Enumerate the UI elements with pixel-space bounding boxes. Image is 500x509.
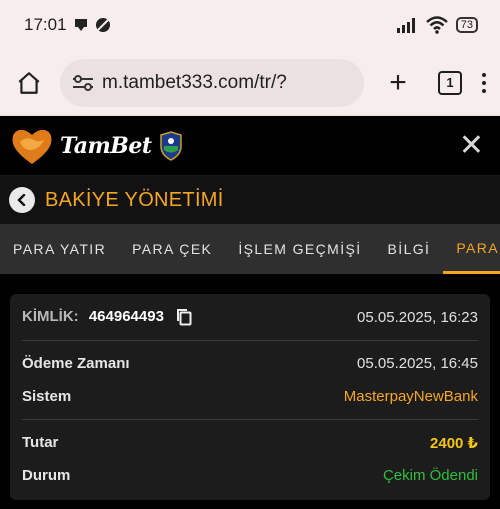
created-date: 05.05.2025, 16:23	[357, 308, 478, 326]
close-icon[interactable]: ✕	[459, 130, 484, 161]
system-value: MasterpayNewBank	[343, 388, 478, 405]
site-header: TamBet ✕	[0, 116, 500, 176]
tab-switcher-button[interactable]: 1	[438, 70, 462, 95]
site-settings-icon[interactable]	[72, 74, 94, 92]
tab-withdraw[interactable]: PARA ÇEK	[119, 224, 225, 274]
status-value: Çekim Ödendi	[382, 467, 478, 484]
page-title: BAKİYE YÖNETİMİ	[45, 188, 224, 211]
amount-label: Tutar	[22, 434, 59, 451]
status-label: Durum	[22, 467, 71, 484]
amount-value: 2400 ₺	[430, 434, 478, 452]
page-titlebar: BAKİYE YÖNETİMİ	[0, 176, 500, 224]
status-bar: 17:01 73	[0, 0, 500, 50]
tab-info[interactable]: BİLGİ	[375, 224, 444, 274]
address-bar[interactable]: m.tambet333.com/tr/?	[60, 58, 364, 107]
browser-toolbar: m.tambet333.com/tr/? + 1	[0, 50, 500, 116]
status-row: Durum Çekim Ödendi	[22, 459, 478, 492]
shield-badge-icon	[159, 130, 182, 161]
content-area: KİMLİK: 464964493 05.05.2025, 16:23 Ödem…	[0, 274, 500, 509]
system-label: Sistem	[22, 388, 72, 405]
site-logo[interactable]: TamBet	[10, 126, 184, 166]
notification-icon	[74, 19, 87, 31]
summary-section: Tutar 2400 ₺ Durum Çekim Ödendi	[22, 420, 478, 498]
url-text: m.tambet333.com/tr/?	[102, 71, 287, 93]
signal-icon	[396, 18, 415, 33]
wifi-icon	[425, 16, 448, 34]
tab-deposit[interactable]: PARA YATIR	[0, 224, 119, 274]
clock: 17:01	[24, 15, 67, 34]
payment-time-row: Ödeme Zamanı 05.05.2025, 16:45	[22, 347, 478, 380]
tab-bar: PARA YATIR PARA ÇEK İŞLEM GEÇMİŞİ BİLGİ …	[0, 224, 500, 274]
id-value: 464964493	[88, 307, 164, 325]
battery-icon: 73	[455, 17, 478, 33]
payment-time-value: 05.05.2025, 16:45	[357, 355, 478, 372]
tab-withdrawals[interactable]: PARA ÇEKME	[443, 224, 500, 274]
id-label: KİMLİK:	[22, 307, 79, 325]
do-not-disturb-icon	[95, 18, 110, 32]
payment-time-label: Ödeme Zamanı	[22, 355, 130, 372]
transaction-id-row: KİMLİK: 464964493 05.05.2025, 16:23	[22, 294, 478, 341]
tab-transaction-history[interactable]: İŞLEM GEÇMİŞİ	[225, 224, 374, 274]
back-button[interactable]	[9, 187, 35, 213]
browser-menu-icon[interactable]	[482, 72, 486, 93]
system-row: Sistem MasterpayNewBank	[22, 380, 478, 413]
amount-row: Tutar 2400 ₺	[22, 426, 478, 459]
chevron-left-icon	[17, 194, 26, 206]
copy-icon[interactable]	[176, 308, 192, 326]
new-tab-button[interactable]: +	[384, 67, 412, 97]
logo-text: TamBet	[60, 132, 152, 159]
transaction-card: KİMLİK: 464964493 05.05.2025, 16:23 Ödem…	[10, 294, 490, 500]
details-section: Ödeme Zamanı 05.05.2025, 16:45 Sistem Ma…	[22, 341, 478, 420]
heart-logo-icon	[12, 129, 52, 164]
home-icon[interactable]	[16, 70, 42, 96]
status-time: 17:01	[24, 15, 111, 35]
